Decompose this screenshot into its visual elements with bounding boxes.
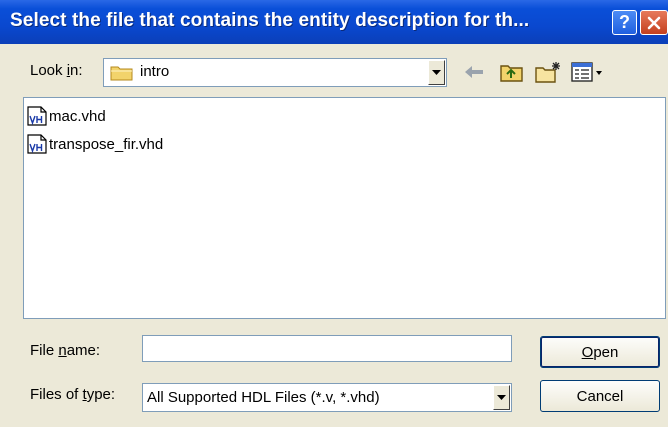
open-button-label: Open (581, 343, 619, 361)
vhd-file-icon (27, 134, 47, 154)
files-of-type-combobox[interactable]: All Supported HDL Files (*.v, *.vhd) (142, 383, 512, 412)
close-button[interactable] (640, 10, 668, 35)
files-of-type-dropdown-button[interactable] (493, 385, 510, 410)
files-of-type-value: All Supported HDL Files (*.v, *.vhd) (147, 389, 380, 406)
up-one-level-icon[interactable] (499, 60, 525, 84)
list-item[interactable]: transpose_fir.vhd (26, 134, 163, 154)
cancel-button[interactable]: Cancel (540, 380, 660, 412)
title-bar[interactable]: Select the file that contains the entity… (0, 0, 668, 44)
file-name: mac.vhd (49, 107, 106, 125)
file-name-label: File name: (30, 342, 101, 359)
file-name: transpose_fir.vhd (49, 135, 164, 153)
files-of-type-label: Files of type: (30, 386, 116, 403)
help-icon: ? (619, 12, 630, 32)
look-in-combobox[interactable]: intro (103, 58, 447, 87)
file-name-input[interactable] (142, 335, 512, 362)
folder-icon (110, 66, 133, 81)
open-button[interactable]: Open (540, 336, 660, 368)
create-new-folder-icon[interactable] (534, 60, 562, 84)
file-list[interactable]: mac.vhd transpose_fir.vhd (23, 97, 666, 319)
help-button[interactable]: ? (612, 10, 637, 35)
close-icon (647, 16, 661, 29)
list-item[interactable]: mac.vhd (26, 106, 106, 126)
back-arrow-icon[interactable] (462, 60, 486, 84)
look-in-label: Look in: (30, 62, 83, 79)
look-in-value: intro (140, 63, 170, 80)
dialog-title: Select the file that contains the entity… (10, 10, 530, 31)
vhd-file-icon (27, 106, 47, 126)
look-in-dropdown-button[interactable] (428, 60, 445, 85)
cancel-button-label: Cancel (576, 387, 624, 405)
chevron-down-icon (497, 394, 506, 400)
chevron-down-icon (432, 69, 441, 75)
view-menu-icon[interactable] (570, 60, 606, 84)
